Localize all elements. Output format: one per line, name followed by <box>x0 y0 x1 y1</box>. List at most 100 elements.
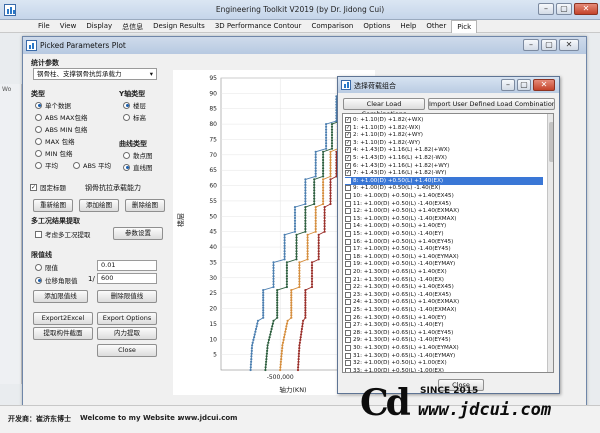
website-link[interactable]: www.jdcui.com <box>178 414 237 422</box>
checkbox-icon[interactable] <box>345 215 351 222</box>
menu-display[interactable]: Display <box>81 20 117 33</box>
checkbox-icon[interactable] <box>345 269 351 275</box>
load-combination-list[interactable]: ✓ 0: +1.10(D) +1.82(+WX) ✓ 1: +1.10(D) +1.8… <box>342 113 554 373</box>
internal-force-button[interactable]: 内力提取 <box>97 327 157 340</box>
checkbox-icon[interactable] <box>345 200 351 207</box>
checkmark-icon[interactable]: ✓ <box>345 124 351 131</box>
checkbox-icon[interactable] <box>345 352 351 359</box>
list-scrollbar[interactable] <box>547 114 553 372</box>
checkbox-icon[interactable] <box>345 253 351 260</box>
delete-limit-line-button[interactable]: 删除限值线 <box>97 290 157 303</box>
type-radio-abs-min[interactable]: ABS MIN 包络 <box>35 124 87 134</box>
checkbox-icon[interactable] <box>345 291 351 298</box>
limit-value-input[interactable]: 0.01 <box>97 260 157 271</box>
export-options-button[interactable]: Export Options <box>97 312 157 325</box>
menu-options[interactable]: Options <box>358 20 395 33</box>
checkbox-icon[interactable] <box>345 314 351 321</box>
curve-radio-line[interactable]: 直线图 <box>123 162 153 172</box>
curve-radio-scatter[interactable]: 散点图 <box>123 150 153 160</box>
series-point <box>272 283 275 286</box>
delete-plot-button[interactable]: 删除绘图 <box>125 199 165 212</box>
dialog-minimize-button[interactable]: – <box>501 79 515 91</box>
checkbox-icon[interactable] <box>345 177 351 184</box>
type-radio-max[interactable]: MAX 包络 <box>35 136 75 146</box>
checkmark-icon[interactable]: ✓ <box>345 117 351 123</box>
checkbox-icon[interactable] <box>345 360 351 367</box>
picked-minimize-button[interactable]: – <box>523 39 539 51</box>
picked-maximize-button[interactable]: ▢ <box>541 39 557 51</box>
checkbox-icon[interactable] <box>345 223 351 230</box>
checkmark-icon[interactable]: ✓ <box>345 162 351 169</box>
picked-close-button[interactable]: ✕ <box>559 39 579 51</box>
maximize-button[interactable]: ▢ <box>556 3 572 15</box>
checkmark-icon[interactable]: ✓ <box>345 155 351 161</box>
y-radio-floor[interactable]: 楼层 <box>123 100 146 110</box>
checkbox-icon[interactable] <box>345 307 351 313</box>
stat-select[interactable]: 钢骨柱、支撑钢骨抗剪承载力 ▾ <box>33 68 157 80</box>
checkbox-icon[interactable] <box>345 208 351 215</box>
checkbox-icon[interactable] <box>345 299 351 306</box>
menu-comparison[interactable]: Comparison <box>306 20 358 33</box>
checkbox-icon[interactable] <box>345 367 351 372</box>
checkbox-icon[interactable] <box>345 261 351 268</box>
checkbox-icon[interactable] <box>345 276 351 283</box>
checkmark-icon[interactable]: ✓ <box>345 170 351 177</box>
menu-file[interactable]: File <box>33 20 55 33</box>
y-tick-label: 15 <box>209 321 217 328</box>
type-radio-average[interactable]: 平均 <box>35 160 58 170</box>
series-point <box>269 330 272 333</box>
menu-summary[interactable]: 总信息 <box>117 20 148 33</box>
type-radio-single[interactable]: 单个数据 <box>35 100 71 110</box>
type-radio-abs-average[interactable]: ABS 平均 <box>73 160 111 170</box>
minimize-button[interactable]: – <box>538 3 554 15</box>
import-load-combinations-button[interactable]: Import User Defined Load Combinations <box>428 98 555 110</box>
drift-limit-input[interactable]: 600 <box>97 273 157 284</box>
checkbox-icon[interactable] <box>345 345 351 351</box>
load-combination-item[interactable]: 33: +1.00(D) +0.50(L) -1.00(EX) <box>345 367 543 372</box>
dialog-close-x-button[interactable]: ✕ <box>533 79 555 91</box>
picked-close-action-button[interactable]: Close <box>97 344 157 357</box>
checkbox-icon[interactable] <box>345 284 351 291</box>
limit-radio-drift[interactable]: 位移角限值 <box>35 275 78 285</box>
type-radio-abs-max[interactable]: ABS MAX包络 <box>35 112 88 122</box>
menu-3d-contour[interactable]: 3D Performance Contour <box>210 20 307 33</box>
menu-design-results[interactable]: Design Results <box>148 20 210 33</box>
checkbox-icon[interactable] <box>345 185 351 192</box>
type-radio-min[interactable]: MIN 包络 <box>35 148 72 158</box>
menu-help[interactable]: Help <box>395 20 421 33</box>
menu-pick[interactable]: Pick <box>451 20 478 33</box>
checkbox-icon[interactable] <box>345 322 351 329</box>
menu-other[interactable]: Other <box>421 20 451 33</box>
list-scrollbar-thumb[interactable] <box>549 122 553 162</box>
checkbox-icon[interactable] <box>345 231 351 237</box>
y-radio-elevation[interactable]: 标高 <box>123 112 146 122</box>
load-combination-label: 25: +1.30(D) +0.65(L) -1.40(EXMAX) <box>353 307 457 313</box>
series-point <box>330 147 334 150</box>
clear-load-combinations-button[interactable]: Clear Load Combinations <box>343 98 425 118</box>
menu-view[interactable]: View <box>55 20 82 33</box>
add-limit-line-button[interactable]: 添加限值线 <box>33 290 88 303</box>
add-plot-button[interactable]: 添加绘图 <box>79 199 119 212</box>
checkmark-icon[interactable]: ✓ <box>345 132 351 139</box>
checkbox-icon[interactable] <box>345 246 351 253</box>
checkmark-icon[interactable]: ✓ <box>345 139 351 146</box>
series-point <box>314 167 317 170</box>
redraw-button[interactable]: 重新绘图 <box>33 199 73 212</box>
limit-radio-value[interactable]: 限值 <box>35 262 58 272</box>
watermark-logo: Cd <box>360 382 411 424</box>
series-point <box>276 316 279 319</box>
extract-section-button[interactable]: 提取构件截面 <box>33 327 93 340</box>
y-tick-label: 35 <box>209 259 217 266</box>
checkbox-icon[interactable] <box>345 193 351 199</box>
close-button[interactable]: ✕ <box>574 3 598 15</box>
checkbox-icon[interactable] <box>345 238 351 245</box>
fix-title-checkbox[interactable]: ✓ 固定标题 <box>30 182 66 192</box>
params-settings-button[interactable]: 参数设置 <box>113 227 163 240</box>
dialog-maximize-button[interactable]: ▢ <box>517 79 531 91</box>
export-excel-button[interactable]: Export2Excel <box>33 312 93 325</box>
checkbox-icon[interactable] <box>345 329 351 336</box>
checkbox-icon[interactable] <box>345 337 351 344</box>
consider-multi-checkbox[interactable]: 考虑多工况提取 <box>35 229 91 239</box>
checkmark-icon[interactable]: ✓ <box>345 147 351 154</box>
series-point <box>323 227 326 231</box>
